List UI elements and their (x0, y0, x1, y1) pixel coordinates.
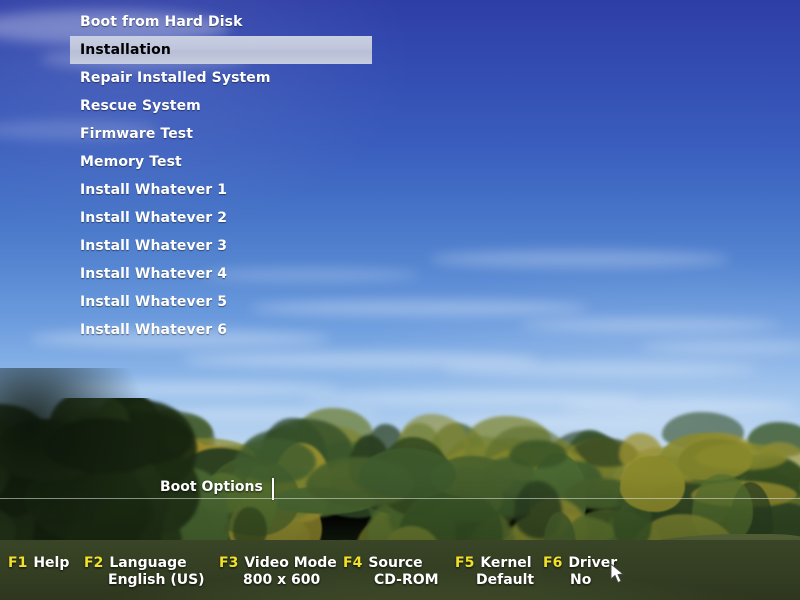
function-key-label: Language (109, 555, 187, 571)
function-key-f6[interactable]: F6 Driver (543, 552, 617, 571)
boot-menu-item-label: Install Whatever 1 (80, 182, 228, 198)
boot-menu-item[interactable]: Install Whatever 2 (70, 204, 372, 232)
boot-menu-item-label: Firmware Test (80, 126, 194, 142)
function-key-f1[interactable]: F1 Help (8, 552, 69, 571)
function-key-label: Source (368, 555, 423, 571)
function-key-f3[interactable]: F3 Video Mode (219, 552, 337, 571)
function-key-value: No (570, 572, 592, 588)
function-key-value: CD-ROM (374, 572, 439, 588)
boot-menu-item[interactable]: Rescue System (70, 92, 372, 120)
boot-options-divider (0, 498, 800, 499)
function-key-f5[interactable]: F5 Kernel (455, 552, 532, 571)
boot-menu-list[interactable]: Boot from Hard Disk Installation Repair In… (70, 8, 372, 344)
boot-menu-item[interactable]: Memory Test (70, 148, 372, 176)
function-key-name: F1 (8, 555, 28, 571)
boot-menu-item[interactable]: Install Whatever 1 (70, 176, 372, 204)
boot-menu-item-label: Rescue System (80, 98, 201, 114)
tree-canopy (509, 439, 568, 469)
boot-menu-item[interactable]: Installation (70, 36, 372, 64)
function-key-label: Kernel (480, 555, 532, 571)
boot-menu-item-label: Repair Installed System (80, 70, 271, 86)
boot-menu-item[interactable]: Firmware Test (70, 120, 372, 148)
boot-menu-item[interactable]: Repair Installed System (70, 64, 372, 92)
function-key-name: F5 (455, 555, 475, 571)
tree-canopy (358, 448, 457, 498)
mouse-pointer-icon (610, 563, 626, 585)
boot-options-label: Boot Options (160, 479, 263, 495)
boot-menu-item-label: Install Whatever 3 (80, 238, 228, 254)
tree-canopy (234, 437, 317, 483)
function-key-value: 800 x 600 (243, 572, 321, 588)
boot-menu-item-label: Boot from Hard Disk (80, 14, 243, 30)
boot-menu-item-label: Install Whatever 6 (80, 322, 228, 338)
function-key-value: English (US) (108, 572, 205, 588)
function-key-f2[interactable]: F2 Language (84, 552, 187, 571)
function-key-name: F3 (219, 555, 239, 571)
function-key-label: Help (33, 555, 70, 571)
function-key-value: Default (476, 572, 535, 588)
function-key-bar[interactable]: F1 Help F2 Language English (US) F3 Video Mode… (0, 550, 800, 600)
boot-menu-item[interactable]: Install Whatever 4 (70, 260, 372, 288)
boot-menu-item[interactable]: Install Whatever 5 (70, 288, 372, 316)
boot-menu-item-label: Install Whatever 2 (80, 210, 228, 226)
function-key-name: F2 (84, 555, 104, 571)
tree-canopy (619, 455, 686, 513)
boot-menu-item[interactable]: Install Whatever 3 (70, 232, 372, 260)
boot-menu-item[interactable]: Boot from Hard Disk (70, 8, 372, 36)
boot-options-caret[interactable] (272, 478, 274, 500)
tree-canopy (695, 443, 788, 470)
function-key-name: F4 (343, 555, 363, 571)
foreground-tree-shadow (0, 368, 150, 568)
function-key-name: F6 (543, 555, 563, 571)
boot-menu-item[interactable]: Install Whatever 6 (70, 316, 372, 344)
function-key-label: Video Mode (244, 555, 337, 571)
boot-menu-item-label: Memory Test (80, 154, 182, 170)
boot-screen: Boot from Hard Disk Installation Repair In… (0, 0, 800, 600)
function-key-f4[interactable]: F4 Source (343, 552, 423, 571)
boot-menu-item-label: Installation (80, 42, 171, 58)
boot-menu-item-label: Install Whatever 5 (80, 294, 228, 310)
boot-menu-item-label: Install Whatever 4 (80, 266, 228, 282)
